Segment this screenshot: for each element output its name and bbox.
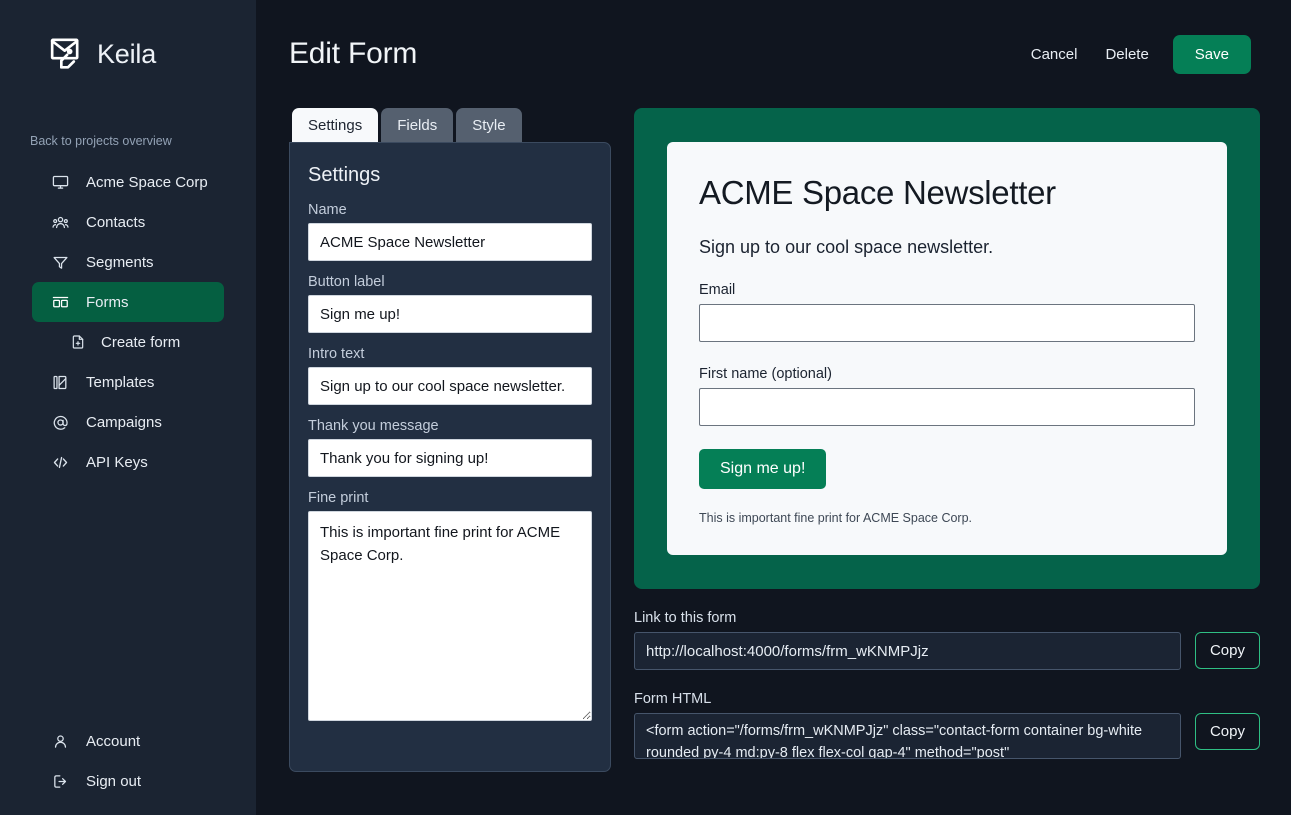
sidebar-item-acme-space-corp[interactable]: Acme Space Corp — [32, 162, 224, 202]
header-actions: Cancel Delete Save — [1017, 35, 1251, 74]
sidebar-item-label: Campaigns — [86, 414, 162, 431]
form-html-textarea[interactable]: <form action="/forms/frm_wKNMPJjz" class… — [634, 713, 1181, 759]
field-fine-print: Fine print This is important fine print … — [308, 490, 592, 726]
form-preview: ACME Space Newsletter Sign up to our coo… — [634, 108, 1260, 589]
envelope-pen-icon — [48, 34, 88, 74]
sidebar-item-create-form[interactable]: Create form — [32, 322, 224, 362]
field-thank-you: Thank you message — [308, 418, 592, 477]
form-html-label: Form HTML — [634, 691, 1260, 707]
sidebar-item-api-keys[interactable]: API Keys — [32, 442, 224, 482]
funnel-icon — [52, 254, 69, 271]
brand[interactable]: Keila — [0, 0, 256, 74]
sidebar-item-label: Account — [86, 733, 140, 750]
user-icon — [52, 733, 69, 750]
sidebar-item-sign-out[interactable]: Sign out — [32, 761, 224, 801]
sidebar-item-account[interactable]: Account — [32, 721, 224, 761]
form-html-row: <form action="/forms/frm_wKNMPJjz" class… — [634, 713, 1260, 759]
sidebar-item-label: Templates — [86, 374, 154, 391]
preview-title: ACME Space Newsletter — [699, 174, 1195, 212]
form-preview-card: ACME Space Newsletter Sign up to our coo… — [667, 142, 1227, 555]
button-label-input[interactable] — [308, 295, 592, 333]
name-input[interactable] — [308, 223, 592, 261]
link-to-form-block: Link to this form Copy — [634, 610, 1260, 670]
preview-column: ACME Space Newsletter Sign up to our coo… — [634, 108, 1260, 759]
sidebar-nav: Acme Space Corp Contacts — [0, 162, 256, 482]
tab-settings[interactable]: Settings — [292, 108, 378, 142]
fine-print-label: Fine print — [308, 490, 592, 506]
page-title: Edit Form — [289, 37, 417, 71]
sidebar-item-forms[interactable]: Forms — [32, 282, 224, 322]
thank-you-input[interactable] — [308, 439, 592, 477]
sidebar-item-label: Acme Space Corp — [86, 174, 208, 191]
sidebar-item-label: Forms — [86, 294, 129, 311]
preview-subtitle: Sign up to our cool space newsletter. — [699, 237, 1195, 258]
link-to-form-input[interactable] — [634, 632, 1181, 670]
users-icon — [52, 214, 69, 231]
fine-print-textarea[interactable]: This is important fine print for ACME Sp… — [308, 511, 592, 721]
back-to-projects-link[interactable]: Back to projects overview — [0, 74, 256, 148]
sidebar-item-label: API Keys — [86, 454, 148, 471]
app-root: Keila Back to projects overview Acme Spa… — [0, 0, 1291, 815]
preview-first-name-label: First name (optional) — [699, 366, 1195, 382]
name-label: Name — [308, 202, 592, 218]
preview-fine-print: This is important fine print for ACME Sp… — [699, 511, 1195, 525]
field-button-label: Button label — [308, 274, 592, 333]
settings-heading: Settings — [308, 164, 592, 187]
monitor-icon — [52, 174, 69, 191]
save-button[interactable]: Save — [1173, 35, 1251, 74]
at-sign-icon — [52, 414, 69, 431]
copy-link-button[interactable]: Copy — [1195, 632, 1260, 669]
sidebar-item-label: Sign out — [86, 773, 141, 790]
settings-panel: Settings Name Button label Intro text — [289, 142, 611, 772]
template-icon — [52, 374, 69, 391]
field-intro-text: Intro text — [308, 346, 592, 405]
thank-you-label: Thank you message — [308, 418, 592, 434]
field-name: Name — [308, 202, 592, 261]
sidebar-bottom-nav: Account Sign out — [0, 721, 256, 801]
file-plus-icon — [70, 334, 86, 350]
brand-name: Keila — [97, 39, 156, 70]
button-label-label: Button label — [308, 274, 592, 290]
forms-icon — [52, 294, 69, 311]
tab-bar: Settings Fields Style — [289, 108, 611, 142]
settings-column: Settings Fields Style Settings Name Butt… — [289, 108, 611, 772]
code-icon — [52, 454, 69, 471]
preview-submit-button[interactable]: Sign me up! — [699, 449, 826, 489]
content-area: Settings Fields Style Settings Name Butt… — [256, 108, 1291, 772]
intro-text-label: Intro text — [308, 346, 592, 362]
tab-style[interactable]: Style — [456, 108, 521, 142]
form-html-block: Form HTML <form action="/forms/frm_wKNMP… — [634, 691, 1260, 759]
preview-email-input[interactable] — [699, 304, 1195, 342]
intro-text-input[interactable] — [308, 367, 592, 405]
main-content: Edit Form Cancel Delete Save Settings Fi… — [256, 0, 1291, 815]
sign-out-icon — [52, 773, 69, 790]
page-header: Edit Form Cancel Delete Save — [256, 0, 1291, 108]
sidebar: Keila Back to projects overview Acme Spa… — [0, 0, 256, 815]
sidebar-item-templates[interactable]: Templates — [32, 362, 224, 402]
sidebar-item-campaigns[interactable]: Campaigns — [32, 402, 224, 442]
delete-button[interactable]: Delete — [1091, 36, 1162, 73]
link-to-form-label: Link to this form — [634, 610, 1260, 626]
sidebar-item-label: Segments — [86, 254, 154, 271]
copy-html-button[interactable]: Copy — [1195, 713, 1260, 750]
sidebar-sub-label: Create form — [101, 334, 180, 351]
preview-first-name-input[interactable] — [699, 388, 1195, 426]
link-to-form-row: Copy — [634, 632, 1260, 670]
sidebar-item-segments[interactable]: Segments — [32, 242, 224, 282]
cancel-button[interactable]: Cancel — [1017, 36, 1092, 73]
preview-email-label: Email — [699, 282, 1195, 298]
tab-fields[interactable]: Fields — [381, 108, 453, 142]
sidebar-item-contacts[interactable]: Contacts — [32, 202, 224, 242]
sidebar-item-label: Contacts — [86, 214, 145, 231]
